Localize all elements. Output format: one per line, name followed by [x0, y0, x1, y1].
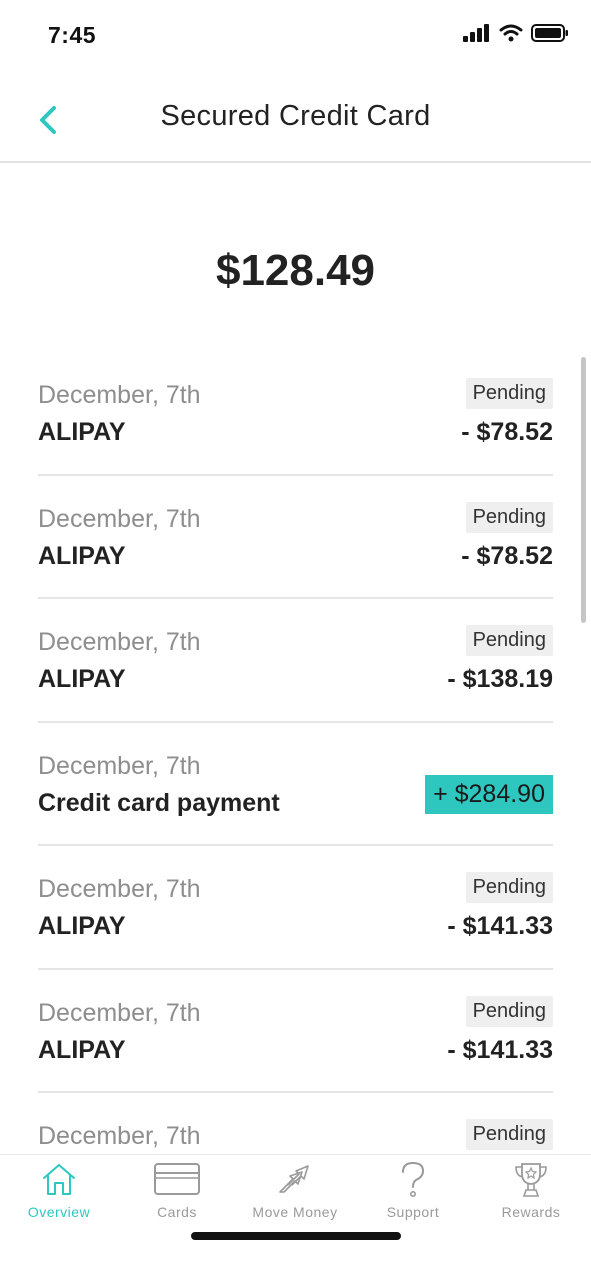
transaction-date: December, 7th	[38, 875, 201, 903]
tab-cards[interactable]: Cards	[118, 1155, 236, 1235]
status-badge: Pending	[465, 995, 553, 1027]
transaction-amount: - $138.19	[447, 665, 553, 693]
transaction-merchant: ALIPAY	[38, 912, 126, 940]
transaction-date: December, 7th	[38, 628, 201, 656]
status-time: 7:45	[48, 22, 97, 48]
transaction-merchant: ALIPAY	[38, 541, 126, 570]
transaction-amount: - $78.52	[461, 541, 553, 570]
transaction-row[interactable]: December, 7th Pending	[38, 1093, 553, 1150]
status-badge: Pending	[465, 501, 553, 533]
status-badge: Pending	[465, 872, 553, 903]
balance-amount: $128.49	[215, 246, 376, 295]
transaction-date: December, 7th	[38, 998, 201, 1027]
tab-support[interactable]: Support	[354, 1155, 472, 1235]
transfer-arrows-icon	[279, 1165, 309, 1193]
tab-label: Cards	[157, 1204, 197, 1220]
tab-move-money[interactable]: Move Money	[236, 1155, 354, 1235]
home-icon	[43, 1164, 75, 1195]
question-icon	[402, 1161, 425, 1197]
transaction-row[interactable]: December, 7th ALIPAY Pending - $78.52	[38, 352, 553, 476]
battery-icon	[531, 24, 568, 42]
transaction-amount: - $141.33	[447, 1035, 553, 1064]
tab-overview[interactable]: Overview	[0, 1155, 118, 1235]
transaction-merchant: ALIPAY	[38, 418, 126, 446]
tab-label: Move Money	[252, 1204, 338, 1220]
status-icons	[463, 24, 569, 42]
tab-label: Rewards	[501, 1204, 561, 1220]
transaction-merchant: Credit card payment	[38, 788, 280, 817]
transaction-row[interactable]: December, 7th ALIPAY Pending - $141.33	[38, 970, 553, 1093]
status-bar: 7:45	[0, 0, 591, 70]
credit-amount-badge: + $284.90	[425, 774, 553, 814]
scrollbar[interactable]	[581, 357, 586, 623]
transaction-merchant: ALIPAY	[38, 1035, 126, 1064]
transaction-date: December, 7th	[38, 381, 201, 409]
page-title: Secured Credit Card	[160, 100, 431, 132]
transaction-date: December, 7th	[38, 504, 201, 533]
status-badge: Pending	[465, 1119, 553, 1150]
transaction-row[interactable]: December, 7th ALIPAY Pending - $78.52	[38, 476, 553, 599]
tab-rewards[interactable]: Rewards	[472, 1155, 590, 1235]
cellular-signal-icon	[463, 24, 489, 42]
status-badge: Pending	[465, 378, 553, 409]
transaction-row[interactable]: December, 7th ALIPAY Pending - $138.19	[38, 599, 553, 723]
tab-label: Support	[386, 1204, 440, 1220]
tab-label: Overview	[27, 1204, 91, 1220]
status-badge: Pending	[465, 625, 553, 656]
card-icon	[154, 1163, 200, 1195]
tab-bar: Overview Cards Move Money Support Reward…	[0, 1154, 591, 1280]
transaction-row[interactable]: December, 7th ALIPAY Pending - $141.33	[38, 846, 553, 970]
transaction-date: December, 7th	[38, 1122, 201, 1150]
transaction-row[interactable]: December, 7th Credit card payment + $284…	[38, 723, 553, 846]
transaction-date: December, 7th	[38, 751, 201, 780]
transaction-amount: - $141.33	[447, 912, 553, 940]
wifi-icon	[499, 24, 523, 42]
transaction-amount: - $78.52	[461, 418, 553, 446]
header: Secured Credit Card	[0, 80, 591, 163]
home-indicator[interactable]	[191, 1232, 401, 1240]
transaction-merchant: ALIPAY	[38, 665, 126, 693]
transaction-list[interactable]: December, 7th ALIPAY Pending - $78.52 De…	[38, 352, 553, 1150]
trophy-icon	[515, 1163, 547, 1197]
